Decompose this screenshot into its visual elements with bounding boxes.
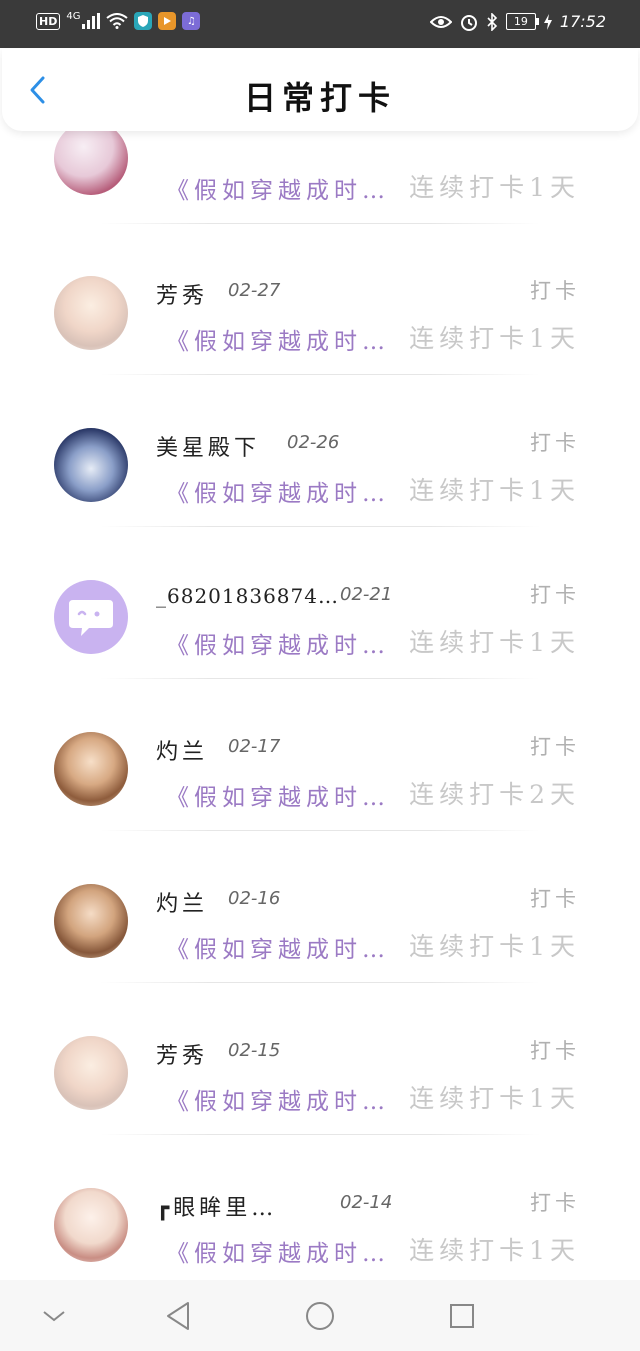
checkin-list[interactable]: 《假如穿越成时… 连续打卡1天 芳秀 02-27 打卡 《假如穿越成时… 连续打… — [0, 131, 640, 1280]
divider — [100, 830, 540, 831]
checkin-tag: 打卡 — [530, 279, 580, 303]
list-item[interactable]: 美星殿下 02-26 打卡 《假如穿越成时… 连续打卡1天 — [0, 394, 640, 546]
list-item[interactable]: ┏眼眸里… 02-14 打卡 《假如穿越成时… 连续打卡1天 — [0, 1154, 640, 1280]
list-item[interactable]: 《假如穿越成时… 连续打卡1天 — [0, 131, 640, 224]
recent-square-icon — [450, 1304, 474, 1328]
system-nav-bar — [0, 1280, 640, 1351]
checkin-date: 02-15 — [228, 1040, 281, 1061]
checkin-date: 02-27 — [228, 280, 281, 301]
battery-indicator: 19 — [505, 13, 539, 30]
avatar — [54, 276, 128, 350]
collapse-icon — [43, 1311, 65, 1322]
book-title[interactable]: 《假如穿越成时… — [166, 930, 390, 964]
divider — [100, 982, 540, 983]
avatar — [54, 1188, 128, 1262]
book-title[interactable]: 《假如穿越成时… — [166, 626, 390, 660]
book-title[interactable]: 《假如穿越成时… — [166, 322, 390, 356]
back-nav-button[interactable] — [158, 1296, 198, 1336]
avatar — [54, 580, 128, 654]
wifi-icon — [106, 13, 129, 29]
streak-text: 连续打卡1天 — [409, 1236, 580, 1265]
avatar — [54, 1036, 128, 1110]
shield-app-icon — [134, 12, 153, 30]
checkin-date: 02-16 — [228, 888, 281, 909]
book-title[interactable]: 《假如穿越成时… — [166, 1082, 390, 1116]
alarm-icon — [460, 14, 477, 31]
page-title: 日常打卡 — [243, 79, 396, 117]
avatar — [54, 732, 128, 806]
checkin-tag: 打卡 — [530, 1039, 580, 1063]
streak-text: 连续打卡1天 — [409, 628, 580, 657]
avatar — [54, 131, 128, 195]
collapse-button[interactable] — [34, 1296, 74, 1336]
checkin-date: 02-14 — [340, 1192, 393, 1213]
music-app-icon: ♫ — [182, 12, 201, 30]
divider — [100, 1134, 540, 1135]
back-triangle-icon — [167, 1302, 189, 1330]
streak-text: 连续打卡1天 — [409, 476, 580, 505]
signal-icon — [82, 13, 101, 29]
eye-icon — [429, 15, 452, 28]
play-app-icon — [158, 12, 177, 30]
home-nav-button[interactable] — [300, 1296, 340, 1336]
checkin-tag: 打卡 — [530, 735, 580, 759]
divider — [100, 374, 540, 375]
hd-badge: HD — [36, 12, 61, 30]
divider — [100, 223, 540, 224]
user-name[interactable]: 灼兰 — [156, 734, 208, 766]
user-name[interactable]: 灼兰 — [156, 886, 208, 918]
checkin-tag: 打卡 — [530, 431, 580, 455]
avatar — [54, 428, 128, 502]
clock: 17:52 — [559, 12, 606, 31]
user-name[interactable]: 美星殿下 — [156, 430, 260, 462]
user-name[interactable]: ┏眼眸里… — [156, 1190, 277, 1222]
divider — [100, 526, 540, 527]
checkin-tag: 打卡 — [530, 887, 580, 911]
status-bar: HD 4G ♫ 19 17:52 — [0, 0, 640, 48]
divider — [100, 678, 540, 679]
streak-text: 连续打卡1天 — [409, 324, 580, 353]
streak-text: 连续打卡1天 — [409, 932, 580, 961]
charging-icon — [543, 13, 552, 30]
chat-bubble-icon — [69, 600, 113, 636]
user-name[interactable]: _68201836874… — [156, 584, 339, 608]
book-title[interactable]: 《假如穿越成时… — [166, 1234, 390, 1268]
bluetooth-icon — [487, 12, 498, 31]
user-name[interactable]: 芳秀 — [156, 278, 208, 310]
list-item[interactable]: 灼兰 02-16 打卡 《假如穿越成时… 连续打卡1天 — [0, 850, 640, 1002]
streak-text: 连续打卡1天 — [409, 1084, 580, 1113]
list-item[interactable]: _68201836874… 02-21 打卡 《假如穿越成时… 连续打卡1天 — [0, 546, 640, 698]
list-item[interactable]: 灼兰 02-17 打卡 《假如穿越成时… 连续打卡2天 — [0, 698, 640, 850]
streak-text: 连续打卡2天 — [409, 780, 580, 809]
home-circle-icon — [306, 1302, 334, 1330]
avatar — [54, 884, 128, 958]
checkin-tag: 打卡 — [530, 583, 580, 607]
book-title[interactable]: 《假如穿越成时… — [166, 474, 390, 508]
checkin-date: 02-17 — [228, 736, 281, 757]
list-item[interactable]: 芳秀 02-15 打卡 《假如穿越成时… 连续打卡1天 — [0, 1002, 640, 1154]
checkin-tag: 打卡 — [530, 1191, 580, 1215]
streak-text: 连续打卡1天 — [409, 173, 580, 202]
checkin-date: 02-26 — [287, 432, 340, 453]
recent-apps-button[interactable] — [442, 1296, 482, 1336]
header-bar: 日常打卡 — [2, 49, 638, 131]
book-title[interactable]: 《假如穿越成时… — [166, 171, 390, 205]
list-item[interactable]: 芳秀 02-27 打卡 《假如穿越成时… 连续打卡1天 — [0, 242, 640, 394]
checkin-date: 02-21 — [340, 584, 393, 605]
user-name[interactable]: 芳秀 — [156, 1038, 208, 1070]
book-title[interactable]: 《假如穿越成时… — [166, 778, 390, 812]
network-4g: 4G — [66, 10, 81, 22]
